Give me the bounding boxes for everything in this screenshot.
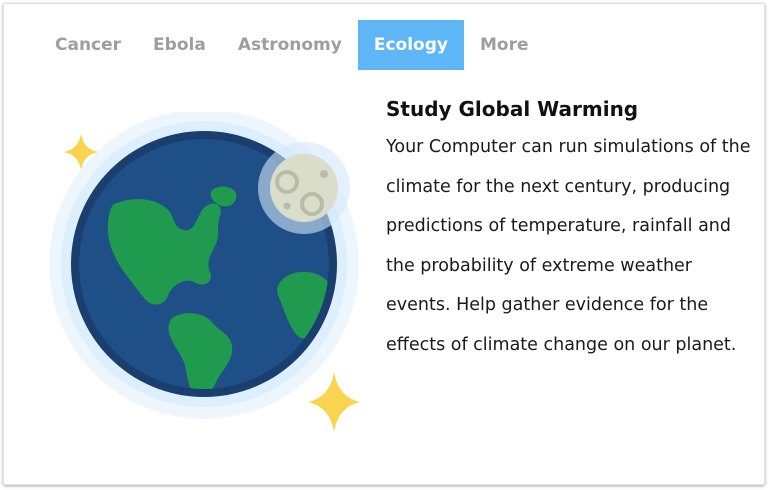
tab-ecology[interactable]: Ecology xyxy=(357,20,464,70)
category-tabs: Cancer Ebola Astronomy Ecology More xyxy=(39,20,545,70)
tab-more[interactable]: More xyxy=(464,20,545,70)
study-description: Your Computer can run simulations of the… xyxy=(386,137,751,355)
sparkle-icon xyxy=(308,372,360,432)
study-title: Study Global Warming xyxy=(386,97,639,121)
content-card: Cancer Ebola Astronomy Ecology More Stud… xyxy=(3,3,765,485)
tab-astronomy[interactable]: Astronomy xyxy=(222,20,358,70)
tab-ebola[interactable]: Ebola xyxy=(137,20,222,70)
global-warming-illustration xyxy=(44,109,374,442)
moon-icon xyxy=(258,142,350,234)
study-description-block: Study Global Warming Your Computer can r… xyxy=(386,90,758,365)
tab-cancer[interactable]: Cancer xyxy=(39,20,137,70)
